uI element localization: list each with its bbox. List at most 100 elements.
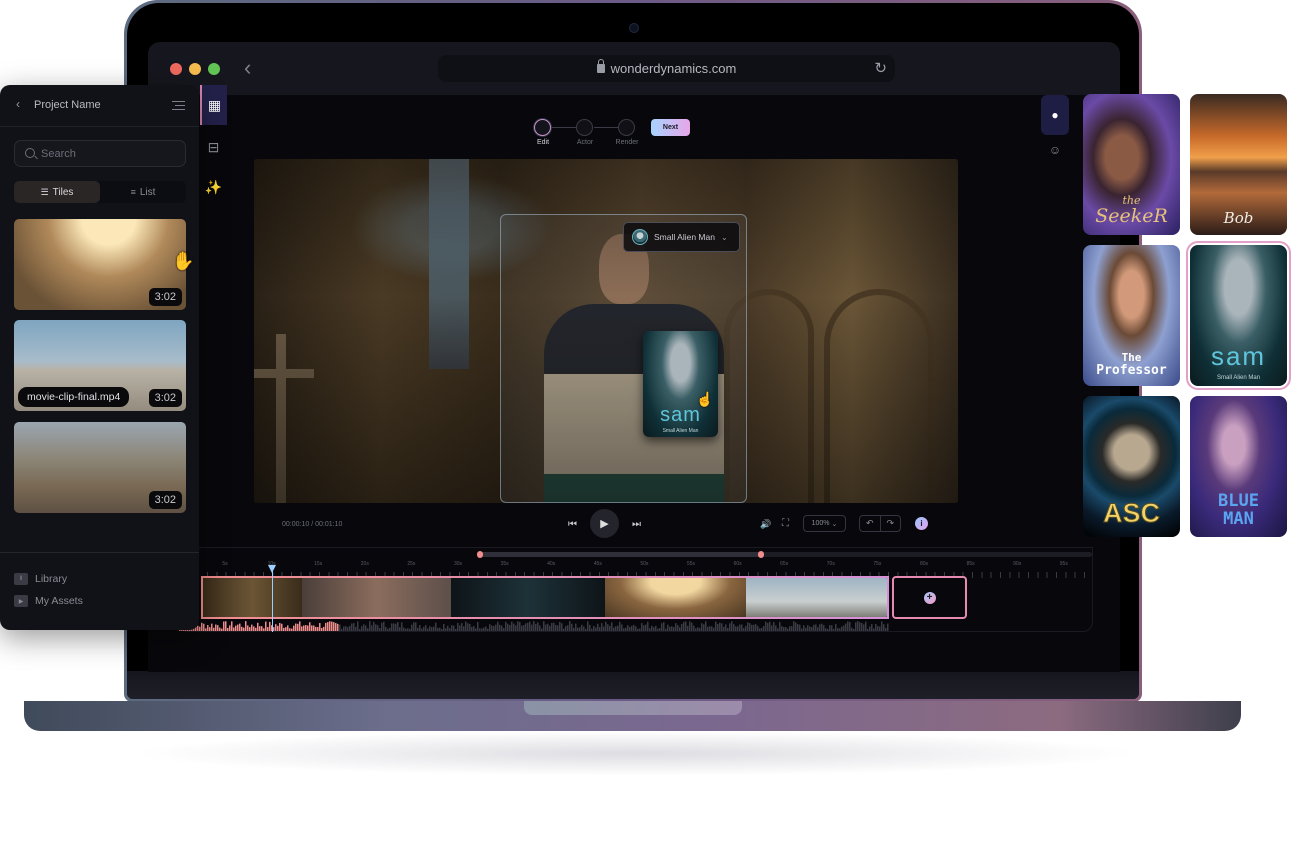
- character-card-blueman[interactable]: BLUE MAN: [1190, 396, 1287, 537]
- step-label: Render: [615, 139, 639, 146]
- waveform-bar: [707, 626, 709, 631]
- waveform-bar: [689, 621, 691, 631]
- step-edit[interactable]: Edit: [534, 119, 552, 146]
- waveform-bar: [313, 625, 315, 631]
- waveform-bar: [513, 623, 515, 631]
- waveform-bar: [541, 628, 543, 631]
- waveform-bar: [639, 628, 641, 631]
- step-actor[interactable]: Actor: [576, 119, 594, 146]
- clip-thumbnail[interactable]: [450, 578, 605, 617]
- nav-my-assets[interactable]: ▶ My Assets: [14, 595, 83, 607]
- character-card-asc[interactable]: ASC: [1083, 396, 1180, 537]
- arch: [824, 289, 934, 503]
- waveform-bar: [275, 624, 277, 631]
- clip-tile[interactable]: 3:02: [14, 219, 186, 310]
- waveform-bar: [605, 621, 607, 631]
- scrollbar-thumb[interactable]: [477, 551, 764, 558]
- waveform-bar: [535, 623, 537, 631]
- character-card-professor[interactable]: The Professor: [1083, 245, 1180, 386]
- waveform-bar: [699, 627, 701, 631]
- waveform-bar: [255, 627, 257, 631]
- skip-back-button[interactable]: ⏮: [568, 519, 577, 530]
- search-field[interactable]: [14, 140, 186, 167]
- project-title: Project Name: [34, 99, 101, 111]
- minimize-window-button[interactable]: [189, 63, 201, 75]
- address-bar[interactable]: wonderdynamics.com ↻: [438, 55, 895, 82]
- clip-thumbnail[interactable]: [302, 578, 451, 617]
- list-view-button[interactable]: ≡ List: [100, 181, 186, 203]
- clip-thumbnail[interactable]: [745, 578, 887, 617]
- waveform-bar: [295, 623, 297, 631]
- close-window-button[interactable]: [170, 63, 182, 75]
- scroll-handle-right[interactable]: [758, 551, 764, 558]
- waveform-bar: [415, 622, 417, 631]
- clip-thumbnail[interactable]: [203, 578, 303, 617]
- tick-label: 80s: [919, 561, 929, 567]
- undo-button[interactable]: ↶: [860, 516, 881, 531]
- character-card-bob[interactable]: Bob: [1190, 94, 1287, 235]
- waveform-bar: [671, 626, 673, 631]
- add-clip-button[interactable]: +: [892, 576, 967, 619]
- waveform-bar: [763, 625, 765, 631]
- next-button[interactable]: Next: [651, 119, 690, 136]
- waveform-bar: [837, 628, 839, 631]
- skip-forward-button[interactable]: ⏭: [632, 519, 641, 530]
- rail-clips-button[interactable]: ▦: [200, 85, 227, 125]
- rail-adjust-button[interactable]: ⊟: [200, 127, 227, 167]
- fullscreen-icon[interactable]: ⛶: [782, 518, 789, 529]
- tiles-view-button[interactable]: ☰ Tiles: [14, 181, 100, 203]
- character-dropdown[interactable]: Small Alien Man ⌄: [623, 222, 740, 252]
- info-button[interactable]: i: [915, 517, 928, 530]
- reload-icon[interactable]: ↻: [874, 59, 887, 77]
- waveform-bar: [791, 626, 793, 631]
- character-card-seeker[interactable]: the SeekeR: [1083, 94, 1180, 235]
- card-subtitle: Small Alien Man: [1216, 375, 1261, 381]
- search-input[interactable]: [41, 146, 181, 162]
- rail-magic-button[interactable]: ✨: [200, 167, 227, 207]
- waveform-bar: [369, 621, 371, 631]
- redo-button[interactable]: ↷: [881, 516, 901, 531]
- waveform-bar: [731, 621, 733, 631]
- waveform-bar: [239, 623, 241, 631]
- clip-thumbnail[interactable]: [604, 578, 746, 617]
- tick-label: 85s: [966, 561, 975, 567]
- waveform-bar: [887, 623, 889, 631]
- waveform-bar: [603, 626, 605, 631]
- waveform-bar: [665, 628, 667, 631]
- clip-tile[interactable]: 3:02: [14, 422, 186, 513]
- character-card-sam[interactable]: sam Small Alien Man: [1186, 241, 1291, 390]
- waveform-bar: [765, 621, 767, 631]
- timeline-scrollbar[interactable]: [477, 551, 1092, 558]
- waveform-bar: [345, 626, 347, 631]
- tick-label: 45s: [593, 561, 602, 567]
- waveform-bar: [455, 628, 457, 631]
- search-icon: [25, 148, 35, 158]
- waveform-bar: [849, 622, 851, 631]
- waveform-bar: [395, 623, 397, 631]
- nav-library[interactable]: ‖ Library: [14, 573, 67, 585]
- waveform-bar: [595, 627, 597, 631]
- scroll-handle-left[interactable]: [477, 551, 483, 558]
- waveform-bar: [719, 622, 721, 631]
- actor-panel-button[interactable]: ●: [1041, 95, 1069, 135]
- dragged-character-card[interactable]: sam Small Alien Man: [643, 331, 718, 437]
- waveform-bar: [461, 623, 463, 631]
- browser-back-button[interactable]: ‹: [244, 56, 251, 80]
- waveform-bar: [263, 628, 265, 631]
- step-render[interactable]: Render: [616, 119, 638, 146]
- waveform-bar: [347, 627, 349, 631]
- waveform-bar: [883, 624, 885, 631]
- add-actor-button[interactable]: ☺: [1046, 141, 1064, 159]
- volume-icon[interactable]: 🔊: [760, 519, 771, 530]
- playhead[interactable]: [267, 565, 276, 632]
- waveform-bar: [429, 626, 431, 631]
- maximize-window-button[interactable]: [208, 63, 220, 75]
- clip-tile[interactable]: movie-clip-final.mp4 3:02: [14, 320, 186, 411]
- play-button[interactable]: ▶: [590, 509, 619, 538]
- stage: ‹ wonderdynamics.com ↻ ▦ ⊟ ✨ Edit Actor …: [0, 0, 1298, 845]
- zoom-dropdown[interactable]: 100% ⌄: [803, 515, 846, 532]
- clip-track[interactable]: [201, 576, 889, 619]
- back-chevron-icon[interactable]: ‹: [16, 97, 20, 111]
- waveform-bar: [753, 624, 755, 631]
- menu-icon[interactable]: [172, 101, 185, 111]
